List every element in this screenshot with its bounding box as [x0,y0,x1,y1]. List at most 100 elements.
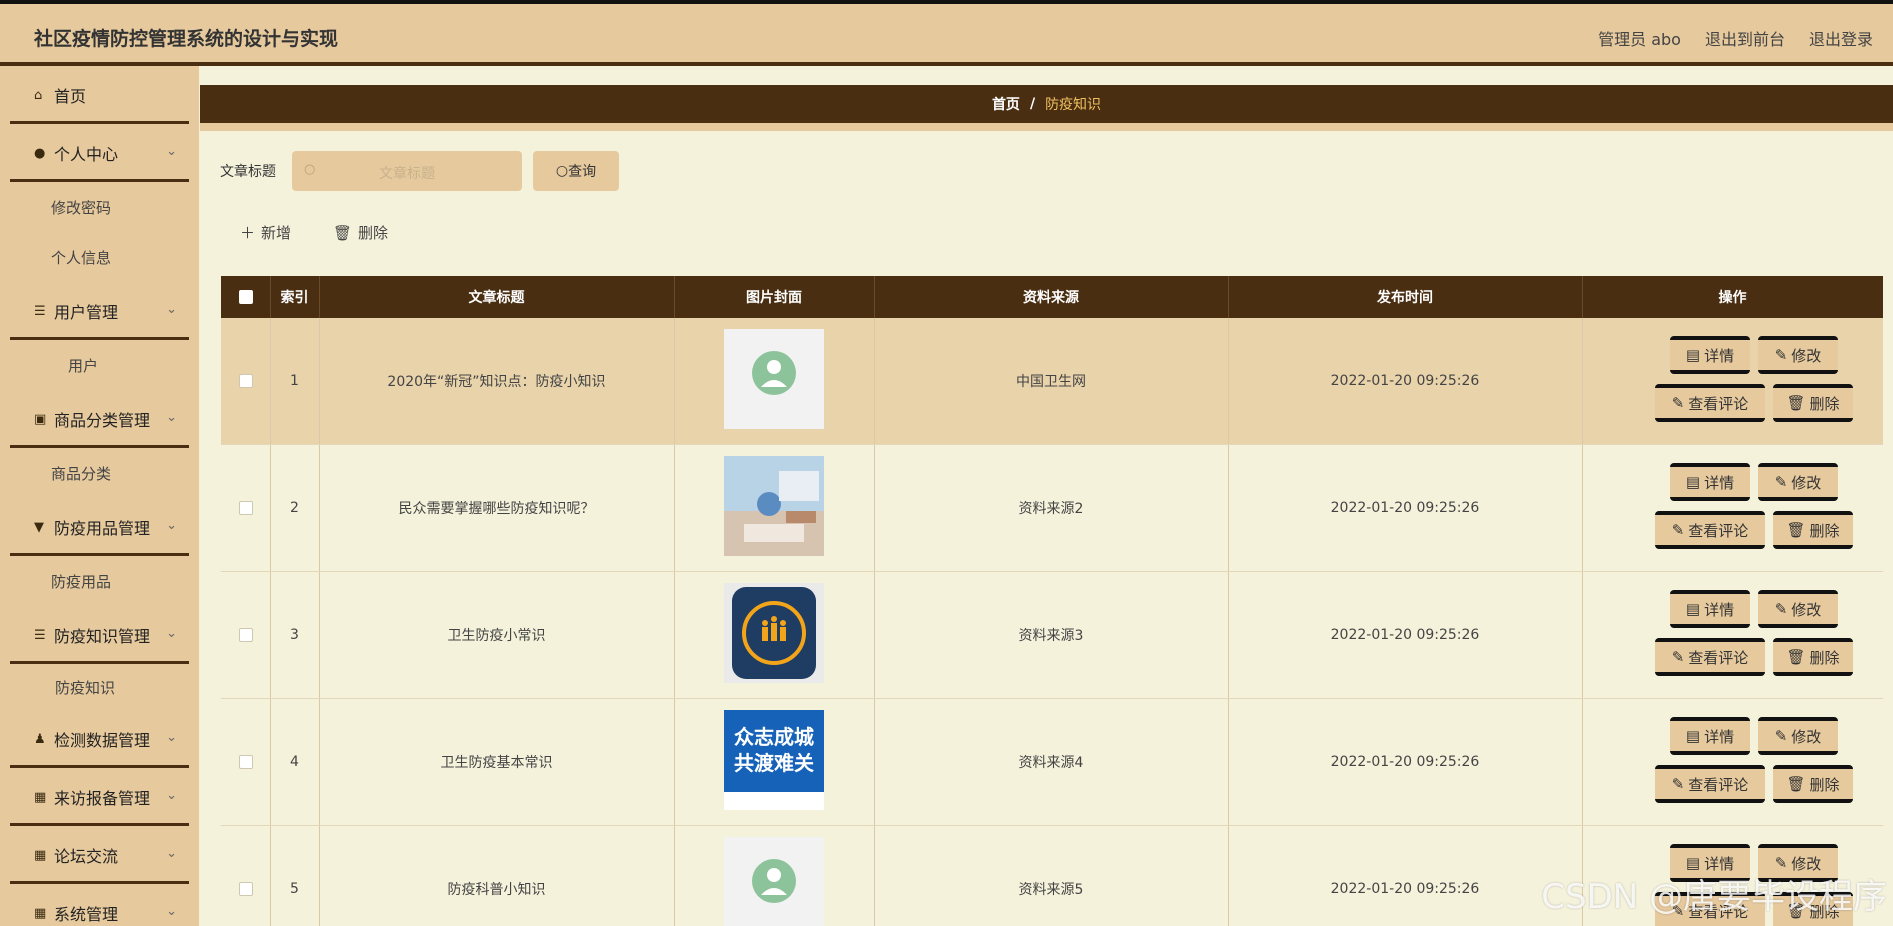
search-input[interactable]: ○ 文章标题 [292,151,522,191]
edit-button-label: 修改 [1791,600,1822,619]
to-front-link[interactable]: 退出到前台 [1705,26,1785,50]
delete-row-button[interactable]: 🗑 删除 [1773,765,1853,803]
sidebar-item-category-mgmt[interactable]: ▣ 商品分类管理 ⌄ [0,390,199,448]
view-comments-button[interactable]: ✎ 查看评论 [1655,765,1765,803]
edit-button-label: 修改 [1791,346,1822,365]
sidebar-item-home[interactable]: ⌂ 首页 [0,66,199,124]
view-comments-button[interactable]: ✎ 查看评论 [1655,511,1765,549]
delete-row-button[interactable]: 🗑 删除 [1773,511,1853,549]
detail-button[interactable]: ▤ 详情 [1670,590,1750,628]
sidebar-item-user-mgmt[interactable]: ☰ 用户管理 ⌄ [0,282,199,340]
row-cover: 众志成城 共渡难关 [674,699,874,825]
add-button[interactable]: ＋ 新增 [240,222,291,243]
document-icon: ▤ [1685,473,1701,491]
detail-button-label: 详情 [1704,727,1735,746]
sidebar-subitem-change-password[interactable]: 修改密码 [0,182,199,232]
clipboard-icon: ▣ [34,411,47,427]
chevron-down-icon: ⌄ [166,626,177,641]
row-index: 2 [290,500,299,516]
view-comments-button-label: 查看评论 [1688,521,1749,540]
pencil-icon: ✎ [1671,394,1685,412]
admin-label[interactable]: 管理员 abo [1598,26,1681,50]
detail-button[interactable]: ▤ 详情 [1670,717,1750,755]
sidebar-item-label: 防疫知识管理 [54,627,151,646]
sidebar-item-label: 检测数据管理 [54,731,151,750]
delete-row-button-label: 删除 [1809,521,1840,540]
batch-delete-button[interactable]: 🗑 删除 [333,222,388,243]
edit-button-label: 修改 [1791,473,1822,492]
sidebar-item-label: 论坛交流 [54,847,119,866]
row-select-cell [221,826,270,926]
delete-button-label: 删除 [358,224,389,242]
table-row: 1 2020年“新冠”知识点：防疫小知识 中国卫生网 2022-01-20 09:25… [221,318,1883,445]
add-button-label: 新增 [261,224,292,242]
delete-row-button[interactable]: 🗑 删除 [1773,384,1853,422]
row-index: 3 [290,627,299,643]
row-checkbox[interactable] [238,882,253,896]
row-checkbox[interactable] [238,501,253,515]
row-time: 2022-01-20 09:25:26 [1330,754,1480,770]
sidebar-subitem-profile[interactable]: 个人信息 [0,232,199,282]
row-time: 2022-01-20 09:25:26 [1330,627,1480,643]
sidebar-item-supplies-mgmt[interactable]: ▼ 防疫用品管理 ⌄ [0,498,199,556]
sidebar-item-label: 用户管理 [54,303,119,322]
cover-image [724,583,824,687]
edit-button[interactable]: ✎ 修改 [1758,336,1838,374]
row-checkbox[interactable] [238,628,253,642]
view-comments-button[interactable]: ✎ 查看评论 [1655,384,1765,422]
sidebar-item-system-mgmt[interactable]: ▦ 系统管理 ⌄ [0,884,199,926]
row-actions: ▤ 详情 ✎ 修改 ✎ 查看评论 🗑 删除 [1585,572,1883,698]
delete-row-button-label: 删除 [1809,775,1840,794]
row-select-cell [221,445,270,571]
row-cover [674,572,874,698]
detail-button[interactable]: ▤ 详情 [1670,463,1750,501]
person-icon: ♟ [34,731,46,747]
delete-row-button[interactable]: 🗑 删除 [1773,638,1853,676]
pencil-icon: ✎ [1774,600,1788,618]
row-checkbox[interactable] [238,755,253,769]
search-label: 文章标题 [220,164,276,180]
chevron-down-icon: ⌄ [166,518,177,533]
edit-button[interactable]: ✎ 修改 [1758,463,1838,501]
trash-icon: 🗑 [1786,521,1806,539]
header-cover: 图片封面 [746,290,802,306]
sidebar-subitem-users[interactable]: 用户 [0,340,199,390]
delete-row-button-label: 删除 [1809,648,1840,667]
breadcrumb-home[interactable]: 首页 [992,94,1020,114]
sidebar-item-knowledge-mgmt[interactable]: ☰ 防疫知识管理 ⌄ [0,606,199,664]
brush-icon: ▼ [34,519,44,535]
row-actions: ▤ 详情 ✎ 修改 ✎ 查看评论 🗑 删除 [1585,699,1883,825]
row-source: 资料来源2 [1018,501,1084,517]
header-actions: 管理员 abo 退出到前台 退出登录 [1598,26,1873,50]
row-select-cell [221,572,270,698]
select-all-checkbox[interactable] [238,290,253,304]
logout-link[interactable]: 退出登录 [1809,26,1873,50]
detail-button-label: 详情 [1704,473,1735,492]
detail-button-label: 详情 [1704,346,1735,365]
view-comments-button[interactable]: ✎ 查看评论 [1655,638,1765,676]
edit-button[interactable]: ✎ 修改 [1758,717,1838,755]
sidebar-subitem-supplies[interactable]: 防疫用品 [0,556,199,606]
search-button[interactable]: ○ 查询 [533,151,619,191]
sidebar-subitem-knowledge[interactable]: 防疫知识 [0,664,199,710]
sidebar-item-forum[interactable]: ▦ 论坛交流 ⌄ [0,826,199,884]
row-checkbox[interactable] [238,374,253,388]
detail-button[interactable]: ▤ 详情 [1670,336,1750,374]
pencil-icon: ✎ [1774,346,1788,364]
header-title: 文章标题 [468,290,525,306]
row-index: 5 [290,881,299,897]
edit-button-label: 修改 [1791,727,1822,746]
sidebar-item-personal[interactable]: ● 个人中心 ⌄ [0,124,199,182]
row-select-cell [221,318,270,444]
cover-image [724,329,824,433]
edit-button[interactable]: ✎ 修改 [1758,590,1838,628]
row-source: 中国卫生网 [1016,374,1086,390]
sidebar-subitem-category[interactable]: 商品分类 [0,448,199,498]
watermark: CSDN @唐要毕设程序 [1541,877,1887,917]
row-actions: ▤ 详情 ✎ 修改 ✎ 查看评论 🗑 删除 [1585,318,1883,444]
svg-text:众志成城: 众志成城 [734,725,814,749]
sidebar-item-visit-mgmt[interactable]: ▦ 来访报备管理 ⌄ [0,768,199,826]
sidebar-item-test-data-mgmt[interactable]: ♟ 检测数据管理 ⌄ [0,710,199,768]
row-cover [674,318,874,444]
pencil-icon: ✎ [1671,521,1685,539]
